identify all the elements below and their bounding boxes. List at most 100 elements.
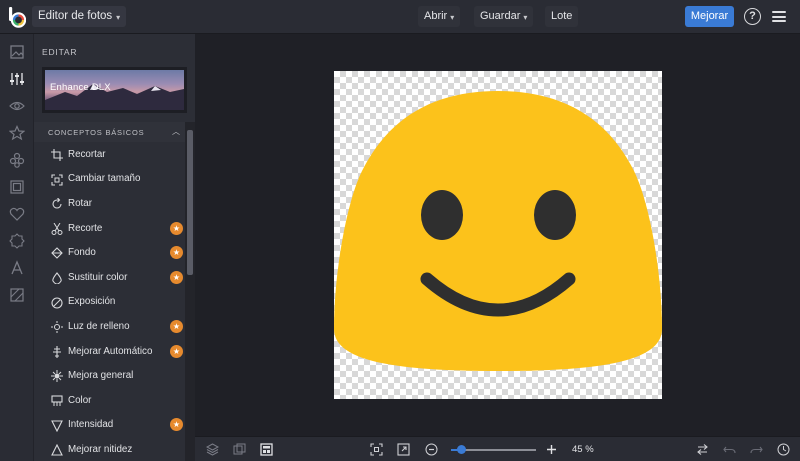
texture-icon[interactable]	[9, 287, 25, 303]
zoom-slider-handle[interactable]	[457, 445, 466, 454]
sticker-icon[interactable]	[9, 152, 25, 168]
panel-title: EDITAR	[42, 47, 78, 57]
tool-label: Recortar	[68, 148, 106, 160]
enhance-card-label: Enhance DLX	[50, 82, 111, 93]
help-icon[interactable]: ?	[744, 8, 761, 25]
chevron-up-icon: ︿	[172, 127, 180, 136]
app-logo-icon[interactable]	[8, 6, 27, 28]
color-drop-icon	[51, 271, 63, 285]
bottom-toolbar: 45 %	[195, 436, 800, 461]
tool-item-resize[interactable]: Cambiar tamaño	[34, 167, 185, 192]
enhance-dlx-card[interactable]: Enhance DLX	[42, 67, 187, 113]
batch-label: Lote	[551, 10, 573, 22]
tool-label: Sustituir color	[68, 271, 128, 283]
section-header-basics[interactable]: CONCEPTOS BÁSICOS ︿	[34, 122, 185, 142]
fit-screen-icon[interactable]	[370, 443, 383, 456]
badge-icon[interactable]	[9, 233, 25, 249]
premium-star-icon: ★	[170, 221, 183, 235]
compare-icon[interactable]	[233, 443, 246, 456]
heart-icon[interactable]	[9, 206, 25, 222]
batch-button[interactable]: Lote	[545, 6, 579, 27]
app-mode-dropdown[interactable]: Editor de fotos ▾	[32, 6, 127, 27]
premium-star-icon: ★	[170, 246, 183, 260]
intensity-icon	[51, 419, 63, 432]
premium-star-icon: ★	[170, 344, 183, 358]
tool-label: Fondo	[68, 247, 96, 259]
tool-label: Intensidad	[68, 419, 114, 431]
tool-label: Mejorar Automático	[68, 345, 153, 357]
tool-item-background[interactable]: Fondo ★	[34, 240, 185, 265]
background-icon	[51, 246, 63, 260]
open-menu-button[interactable]: Abrir ▾	[418, 6, 461, 27]
tool-item-intensity[interactable]: Intensidad ★	[34, 413, 185, 438]
fullscreen-icon[interactable]	[397, 443, 410, 456]
tool-label: Color	[68, 394, 92, 406]
scrollbar-thumb[interactable]	[187, 130, 193, 275]
premium-star-icon: ★	[170, 319, 183, 333]
premium-star-icon: ★	[170, 418, 183, 432]
layers-icon[interactable]	[205, 443, 220, 456]
section-header-label: CONCEPTOS BÁSICOS	[48, 128, 145, 137]
undo-icon[interactable]	[723, 443, 736, 456]
image-icon[interactable]	[9, 44, 25, 60]
sliders-icon[interactable]	[9, 71, 25, 87]
scissors-icon	[51, 222, 63, 235]
tool-item-crop[interactable]: Recortar	[34, 142, 185, 167]
edit-panel: EDITAR Enhance DLX CONCEPTOS BÁSICOS ︿ R…	[34, 34, 195, 461]
star-icon[interactable]	[8, 125, 26, 141]
left-tool-rail	[0, 34, 34, 461]
save-menu-button[interactable]: Guardar ▾	[474, 6, 534, 27]
resize-icon	[51, 173, 63, 186]
upgrade-button[interactable]: Mejorar	[685, 6, 734, 27]
history-icon[interactable]	[777, 443, 790, 456]
text-icon[interactable]	[9, 260, 25, 276]
redo-icon[interactable]	[750, 443, 763, 456]
panel-scrollbar[interactable]	[185, 122, 195, 461]
zoom-in-icon[interactable]	[545, 443, 558, 456]
tool-list: Recortar Cambiar tamaño Rotar Recorte ★ Fondo…	[34, 142, 185, 461]
palette-icon	[51, 394, 63, 406]
image-canvas[interactable]	[334, 71, 662, 399]
eye-icon[interactable]	[9, 98, 25, 114]
tool-label: Cambiar tamaño	[68, 173, 141, 185]
auto-enhance-icon	[51, 345, 63, 358]
tool-label: Exposición	[68, 296, 116, 308]
frame-icon[interactable]	[9, 179, 25, 195]
tool-item-color-drop[interactable]: Sustituir color ★	[34, 265, 185, 290]
tool-label: Luz de relleno	[68, 320, 130, 332]
tool-item-scissors[interactable]: Recorte ★	[34, 216, 185, 241]
premium-star-icon: ★	[170, 270, 183, 284]
sparkle-icon	[51, 369, 63, 383]
tool-label: Mejora general	[68, 370, 134, 382]
open-menu-label: Abrir	[424, 10, 448, 22]
exposure-icon	[51, 296, 63, 309]
save-menu-label: Guardar	[480, 10, 521, 22]
tool-item-auto-enhance[interactable]: Mejorar Automático ★	[34, 339, 185, 364]
rotate-icon	[51, 197, 63, 209]
zoom-percentage: 45 %	[572, 444, 594, 455]
tool-item-sharpen[interactable]: Mejorar nitidez	[34, 437, 185, 461]
chevron-down-icon: ▾	[116, 13, 121, 22]
crop-icon	[51, 148, 63, 161]
sharpen-icon	[51, 443, 63, 456]
tool-label: Mejorar nitidez	[68, 443, 133, 455]
tool-label: Rotar	[68, 197, 92, 209]
fill-light-icon	[51, 320, 63, 334]
tool-item-palette[interactable]: Color	[34, 388, 185, 413]
tool-item-exposure[interactable]: Exposición	[34, 290, 185, 315]
hamburger-menu-icon[interactable]	[772, 11, 786, 22]
top-bar: Editor de fotos ▾ Abrir ▾ Guardar ▾ Lote…	[0, 0, 800, 34]
swap-icon[interactable]	[696, 443, 709, 456]
chevron-down-icon: ▾	[523, 13, 528, 22]
app-mode-label: Editor de fotos	[38, 10, 113, 22]
tool-item-fill-light[interactable]: Luz de relleno ★	[34, 314, 185, 339]
chevron-down-icon: ▾	[450, 13, 455, 22]
tool-item-rotate[interactable]: Rotar	[34, 191, 185, 216]
zoom-slider[interactable]	[451, 445, 536, 454]
zoom-out-icon[interactable]	[425, 443, 438, 456]
canvas-area	[195, 34, 800, 436]
template-icon[interactable]	[260, 443, 273, 456]
smiley-emoji-image	[334, 91, 662, 371]
tool-item-sparkle[interactable]: Mejora general	[34, 363, 185, 388]
tool-label: Recorte	[68, 222, 103, 234]
